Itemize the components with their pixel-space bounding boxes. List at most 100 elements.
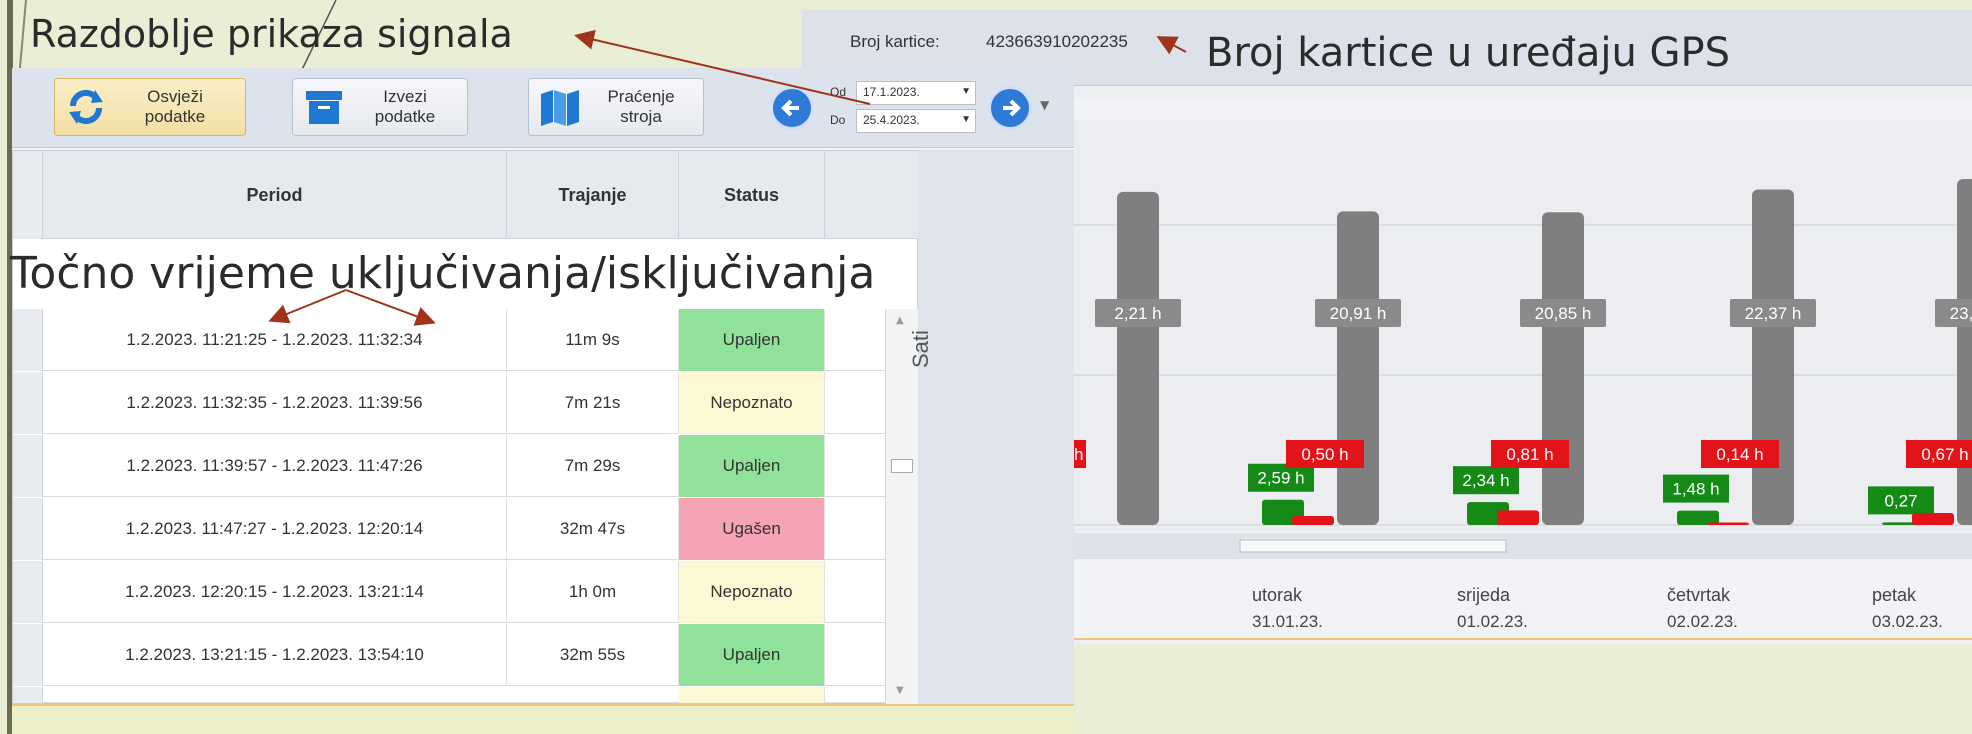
y-axis-title-overlay: Sati — [908, 330, 933, 368]
data-label-total: 20,91 h — [1330, 304, 1387, 323]
data-label-total: 22,37 h — [1745, 304, 1802, 323]
data-label-off: h — [1074, 445, 1083, 464]
data-label-on: 1,48 h — [1672, 480, 1719, 499]
x-tick-day: utorak — [1252, 585, 1303, 605]
row-selector[interactable] — [13, 624, 43, 686]
table-row[interactable]: 1.2.2023. 11:47:27 - 1.2.2023. 12:20:14 3… — [13, 498, 919, 560]
bar-off — [1292, 516, 1334, 525]
caption-exact-time: Točno vrijeme uključivanja/isključivanja — [10, 248, 876, 299]
chart-scroll-thumb — [1239, 539, 1507, 553]
track-machine-button[interactable]: Praćenje stroja — [528, 78, 704, 136]
row-selector[interactable] — [13, 372, 43, 434]
refresh-data-button[interactable]: Osvježi podatke — [54, 78, 246, 136]
x-tick-day: srijeda — [1457, 585, 1511, 605]
cell-status: Nepoznato — [679, 561, 825, 623]
x-tick-date: 03.02.23. — [1872, 612, 1943, 631]
previous-period-button[interactable] — [770, 86, 814, 130]
bar-total — [1542, 212, 1584, 525]
row-selector-header — [13, 151, 43, 239]
x-tick-date: 31.01.23. — [1252, 612, 1323, 631]
row-selector[interactable] — [13, 309, 43, 371]
column-header-period[interactable]: Period — [43, 151, 507, 239]
data-label-off: 0,50 h — [1301, 445, 1348, 464]
x-tick-day: petak — [1872, 585, 1917, 605]
scroll-up-icon[interactable]: ▲ — [896, 315, 904, 326]
bar-off — [1707, 522, 1749, 525]
refresh-icon — [69, 89, 103, 125]
vertical-scrollbar[interactable]: ▲ ▼ — [885, 309, 919, 705]
cell-status: Upaljen — [679, 309, 825, 371]
track-label-1: Praćenje — [607, 87, 675, 106]
table-panel: Osvježi podatke Izvezi podatke Praćenje str… — [12, 68, 1074, 734]
bar-total — [1337, 211, 1379, 525]
data-label-off: 0,81 h — [1506, 445, 1553, 464]
bar-total — [1957, 178, 1972, 525]
export-data-button[interactable]: Izvezi podatke — [292, 78, 468, 136]
refresh-label-1: Osvježi — [147, 87, 203, 106]
chart-axis-strip — [918, 150, 1074, 704]
arrow-right-icon — [1003, 99, 1021, 117]
date-from-value: 17.1.2023. — [863, 85, 920, 99]
cell-period: 1.2.2023. 11:21:25 - 1.2.2023. 11:32:34 — [43, 309, 507, 371]
bar-total — [1117, 191, 1159, 525]
table-row[interactable]: 1.2.2023. 11:39:57 - 1.2.2023. 11:47:26 7… — [13, 435, 919, 497]
date-to-value: 25.4.2023. — [863, 113, 920, 127]
data-label-on: 0,27 — [1884, 491, 1917, 510]
cell-status: Ugašen — [679, 498, 825, 560]
date-to-input[interactable]: 25.4.2023. ▼ — [856, 109, 976, 133]
date-from-label: Od — [830, 85, 847, 99]
bar-off — [1497, 510, 1539, 525]
toolbar-more-chevron-icon[interactable]: ▼ — [1040, 98, 1049, 112]
map-icon — [541, 90, 579, 126]
caption-card-number: Broj kartice u uređaju GPS — [1206, 30, 1731, 76]
events-table: Period Trajanje Status 1.2.2023. 11:21:2… — [12, 150, 919, 705]
cell-period: 1.2.2023. 12:20:15 - 1.2.2023. 13:21:14 — [43, 561, 507, 623]
next-period-button[interactable] — [988, 86, 1032, 130]
cell-duration: 1h 0m — [507, 561, 679, 623]
chevron-down-icon: ▼ — [961, 86, 971, 97]
track-label-2: stroja — [620, 107, 662, 126]
table-footer — [12, 704, 1074, 734]
row-selector — [13, 687, 43, 703]
cell-duration: 11m 9s — [507, 309, 679, 371]
cell-status: Nepoznato — [679, 372, 825, 434]
cell-duration: 32m 47s — [507, 498, 679, 560]
date-range: Od 17.1.2023. ▼ Do 25.4.2023. ▼ — [830, 78, 990, 136]
row-selector[interactable] — [13, 561, 43, 623]
scroll-thumb[interactable] — [891, 459, 913, 473]
cell-period: 1.2.2023. 13:21:15 - 1.2.2023. 13:54:10 — [43, 624, 507, 686]
data-label-on: 2,34 h — [1462, 471, 1509, 490]
cell-period: 1.2.2023. 11:39:57 - 1.2.2023. 11:47:26 — [43, 435, 507, 497]
chart-scroll-track — [1072, 533, 1972, 559]
data-label-total: 2,21 h — [1114, 304, 1161, 323]
data-label-off: 0,67 h — [1921, 445, 1968, 464]
column-header-duration[interactable]: Trajanje — [507, 151, 679, 239]
chevron-down-icon: ▼ — [961, 114, 971, 125]
cell-period: 1.2.2023. 11:32:35 - 1.2.2023. 11:39:56 — [43, 372, 507, 434]
cell-status: Upaljen — [679, 435, 825, 497]
row-selector[interactable] — [13, 498, 43, 560]
bar-off — [1912, 512, 1954, 525]
arrow-left-icon — [781, 99, 799, 117]
date-to-label: Do — [830, 113, 846, 127]
table-row[interactable]: 1.2.2023. 12:20:15 - 1.2.2023. 13:21:14 1… — [13, 561, 919, 623]
cell-status: Upaljen — [679, 624, 825, 686]
bar-total — [1752, 189, 1794, 525]
data-label-on: 2,59 h — [1257, 469, 1304, 488]
column-header-status[interactable]: Status — [679, 151, 825, 239]
cell-duration: 7m 29s — [507, 435, 679, 497]
scroll-down-icon[interactable]: ▼ — [896, 685, 904, 696]
caption-period: Razdoblje prikaza signala — [30, 12, 513, 56]
refresh-label-2: podatke — [144, 107, 206, 126]
row-selector[interactable] — [13, 435, 43, 497]
cell-period: 1.2.2023. 11:47:27 - 1.2.2023. 12:20:14 — [43, 498, 507, 560]
date-from-input[interactable]: 17.1.2023. ▼ — [856, 81, 976, 105]
table-row[interactable]: 1.2.2023. 13:21:15 - 1.2.2023. 13:54:10 3… — [13, 624, 919, 686]
table-row-partial — [13, 687, 919, 703]
table-header: Period Trajanje Status — [13, 151, 919, 239]
table-row[interactable]: 1.2.2023. 11:32:35 - 1.2.2023. 11:39:56 7… — [13, 372, 919, 434]
table-row[interactable]: 1.2.2023. 11:21:25 - 1.2.2023. 11:32:34 1… — [13, 309, 919, 371]
cell-duration: 32m 55s — [507, 624, 679, 686]
cell-status — [679, 687, 825, 703]
date-to-row: Do 25.4.2023. ▼ — [830, 108, 990, 134]
